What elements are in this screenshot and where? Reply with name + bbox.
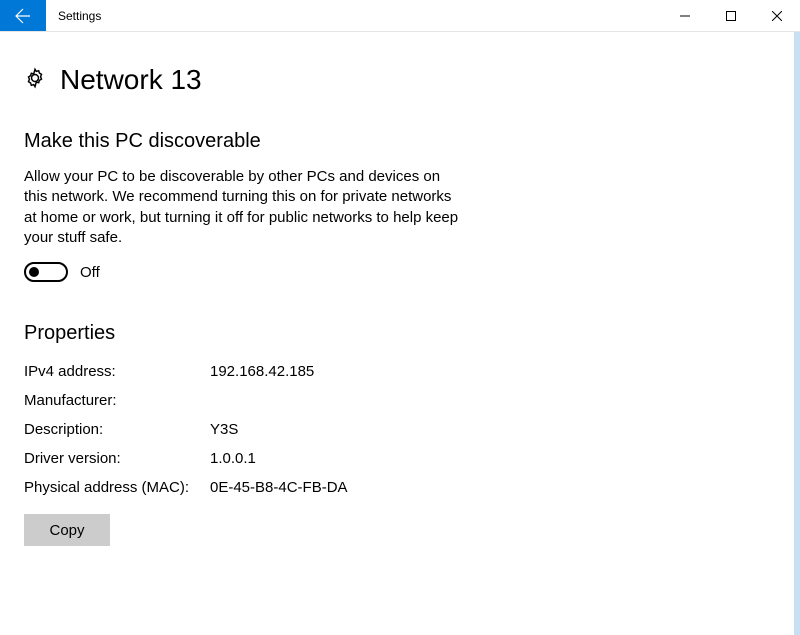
prop-value: 192.168.42.185	[210, 363, 776, 380]
minimize-icon	[680, 11, 690, 21]
content-area: Network 13 Make this PC discoverable All…	[0, 32, 800, 546]
minimize-button[interactable]	[662, 0, 708, 31]
copy-button[interactable]: Copy	[24, 514, 110, 546]
prop-label: Description:	[24, 421, 210, 438]
prop-label: IPv4 address:	[24, 363, 210, 380]
prop-label: Physical address (MAC):	[24, 479, 210, 496]
prop-label: Driver version:	[24, 450, 210, 467]
prop-value: 1.0.0.1	[210, 450, 776, 467]
prop-value	[210, 392, 776, 409]
prop-value: Y3S	[210, 421, 776, 438]
close-icon	[772, 11, 782, 21]
window-right-border	[794, 32, 800, 635]
page-title: Network 13	[60, 64, 202, 96]
page-header: Network 13	[24, 64, 776, 96]
discoverable-description: Allow your PC to be discoverable by othe…	[24, 167, 464, 248]
gear-icon	[24, 67, 46, 94]
maximize-button[interactable]	[708, 0, 754, 31]
maximize-icon	[726, 11, 736, 21]
discoverable-toggle-row: Off	[24, 262, 776, 282]
window-title: Settings	[46, 0, 662, 31]
close-button[interactable]	[754, 0, 800, 31]
back-arrow-icon	[15, 8, 31, 24]
prop-value: 0E-45-B8-4C-FB-DA	[210, 479, 776, 496]
properties-heading: Properties	[24, 322, 776, 345]
prop-label: Manufacturer:	[24, 392, 210, 409]
properties-table: IPv4 address: 192.168.42.185 Manufacture…	[24, 363, 776, 496]
discoverable-heading: Make this PC discoverable	[24, 130, 776, 153]
back-button[interactable]	[0, 0, 46, 31]
window-controls	[662, 0, 800, 31]
toggle-knob	[29, 267, 39, 277]
discoverable-toggle-label: Off	[80, 264, 100, 281]
titlebar: Settings	[0, 0, 800, 32]
discoverable-toggle[interactable]	[24, 262, 68, 282]
